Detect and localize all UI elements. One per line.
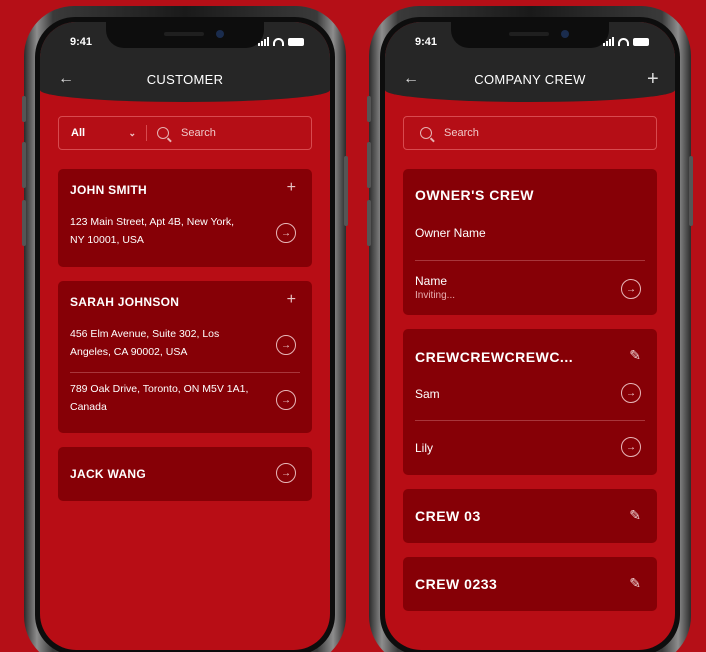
customer-card-john-smith[interactable]: JOHN SMITH + 123 Main Street, Apt 4B, Ne… — [58, 169, 312, 267]
arrow-circle-right-icon[interactable]: → — [621, 279, 641, 299]
plus-icon[interactable]: + — [287, 291, 296, 309]
wifi-icon — [273, 37, 284, 46]
crew-card[interactable]: CREW 0233 ✎ — [403, 557, 657, 611]
customer-search-bar: All ⌄ Search — [58, 116, 312, 150]
crew-title: OWNER'S CREW — [415, 187, 534, 203]
owners-crew-card: OWNER'S CREW Owner Name Name Inviting...… — [403, 169, 657, 315]
company-crew-screen: 9:41 ← COMPANY CREW + Search OWNER'S CRE… — [385, 22, 675, 650]
arrow-circle-right-icon[interactable]: → — [276, 223, 296, 243]
member-name: Lily — [415, 441, 434, 455]
pencil-icon[interactable]: ✎ — [629, 507, 641, 524]
plus-icon[interactable]: + — [287, 179, 296, 197]
filter-select[interactable]: All ⌄ — [59, 125, 147, 141]
back-arrow-icon[interactable]: ← — [403, 70, 419, 88]
address: 789 Oak Drive, Toronto, ON M5V 1A1, Cana… — [70, 383, 249, 413]
status-time: 9:41 — [70, 36, 93, 48]
search-icon — [420, 127, 432, 139]
divider — [415, 420, 645, 421]
arrow-circle-right-icon[interactable]: → — [276, 390, 296, 410]
customer-card-jack-wang[interactable]: JACK WANG → — [58, 447, 312, 501]
battery-icon — [288, 37, 304, 46]
search-icon — [157, 127, 169, 139]
arrow-circle-right-icon[interactable]: → — [621, 437, 641, 457]
pencil-icon[interactable]: ✎ — [629, 575, 641, 592]
page-title: COMPANY CREW — [474, 72, 586, 87]
customer-name: JOHN SMITH — [70, 183, 148, 197]
member-status: Inviting... — [415, 290, 456, 301]
address: 456 Elm Avenue, Suite 302, Los Angeles, … — [70, 328, 220, 358]
battery-icon — [633, 37, 649, 46]
search-input[interactable]: Search — [444, 127, 479, 139]
customer-screen: 9:41 ← CUSTOMER All ⌄ Search JOHN SMITH … — [40, 22, 330, 650]
member-name: Name — [415, 274, 448, 288]
crew-card[interactable]: CREW 03 ✎ — [403, 489, 657, 543]
right-phone: 9:41 ← COMPANY CREW + Search OWNER'S CRE… — [367, 6, 693, 652]
member-name: Sam — [415, 387, 440, 401]
chevron-down-icon: ⌄ — [128, 127, 136, 138]
arrow-circle-right-icon[interactable]: → — [276, 463, 296, 483]
back-arrow-icon[interactable]: ← — [58, 70, 74, 88]
crew-title: CREW 03 — [415, 508, 481, 524]
left-phone: 9:41 ← CUSTOMER All ⌄ Search JOHN SMITH … — [22, 6, 348, 652]
search-input[interactable]: Search — [181, 127, 216, 139]
filter-value: All — [71, 127, 86, 139]
address: 123 Main Street, Apt 4B, New York, NY 10… — [70, 216, 235, 246]
arrow-circle-right-icon[interactable]: → — [621, 383, 641, 403]
crew-title: CREW 0233 — [415, 576, 498, 592]
crew-search-bar[interactable]: Search — [403, 116, 657, 150]
wifi-icon — [618, 37, 629, 46]
page-title: CUSTOMER — [146, 72, 224, 87]
divider — [70, 372, 300, 373]
crew-title: CREWCREWCREWC... — [415, 349, 574, 365]
status-time: 9:41 — [415, 36, 438, 48]
customer-name: JACK WANG — [70, 467, 147, 481]
plus-icon[interactable]: + — [647, 68, 659, 91]
arrow-circle-right-icon[interactable]: → — [276, 335, 296, 355]
pencil-icon[interactable]: ✎ — [629, 347, 641, 364]
customer-card-sarah-johnson[interactable]: SARAH JOHNSON + 456 Elm Avenue, Suite 30… — [58, 281, 312, 433]
customer-name: SARAH JOHNSON — [70, 295, 180, 309]
owner-name: Owner Name — [415, 226, 486, 240]
divider — [415, 260, 645, 261]
crew-card: CREWCREWCREWC... ✎ Sam → Lily → — [403, 329, 657, 475]
